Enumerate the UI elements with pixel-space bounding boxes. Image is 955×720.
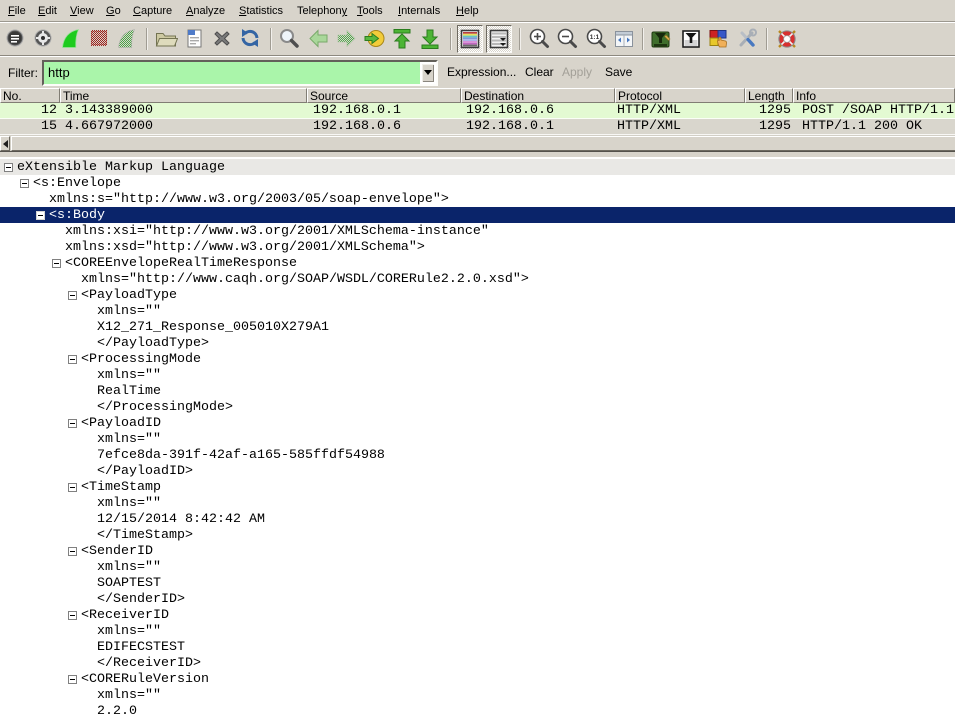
svg-text:1:1: 1:1 (590, 34, 600, 41)
